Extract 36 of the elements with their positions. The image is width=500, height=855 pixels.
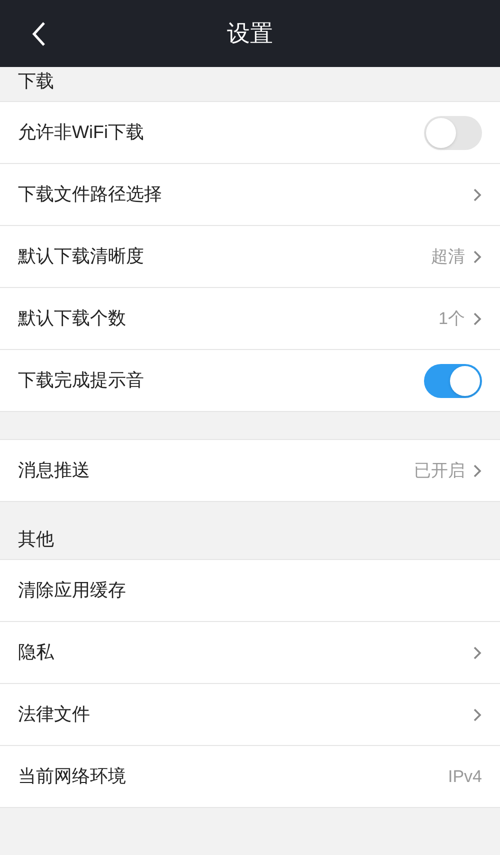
- row-label: 隐私: [18, 641, 55, 664]
- settings-row[interactable]: 默认下载个数 1个: [0, 288, 500, 350]
- row-label: 法律文件: [18, 703, 91, 726]
- section-header: 其他: [18, 528, 54, 551]
- settings-row[interactable]: 隐私: [0, 622, 500, 684]
- page-title: 设置: [227, 19, 273, 48]
- chevron-right-icon: [473, 708, 482, 722]
- row-label: 下载文件路径选择: [18, 183, 163, 206]
- settings-row[interactable]: 下载完成提示音: [0, 350, 500, 412]
- row-value: 超清: [431, 246, 465, 268]
- row-value: 1个: [438, 308, 465, 330]
- row-label: 当前网络环境: [18, 765, 127, 788]
- chevron-right-icon: [473, 250, 482, 264]
- settings-row[interactable]: 法律文件: [0, 684, 500, 746]
- chevron-right-icon: [473, 312, 482, 326]
- row-label: 清除应用缓存: [18, 579, 127, 602]
- section-header: 下载: [18, 70, 54, 93]
- settings-row[interactable]: 当前网络环境 IPv4: [0, 746, 500, 808]
- chevron-right-icon: [473, 188, 482, 202]
- settings-row[interactable]: 允许非WiFi下载: [0, 102, 500, 164]
- row-label: 消息推送: [18, 459, 91, 482]
- toggle-switch[interactable]: [424, 116, 482, 150]
- row-value: 已开启: [414, 460, 465, 482]
- back-icon[interactable]: [32, 20, 46, 46]
- chevron-right-icon: [473, 646, 482, 660]
- settings-row[interactable]: 默认下载清晰度 超清: [0, 226, 500, 288]
- row-label: 允许非WiFi下载: [18, 121, 145, 144]
- row-label: 下载完成提示音: [18, 369, 145, 392]
- row-value: IPv4: [448, 766, 482, 788]
- settings-row[interactable]: 消息推送 已开启: [0, 440, 500, 502]
- settings-row[interactable]: 下载文件路径选择: [0, 164, 500, 226]
- toggle-switch[interactable]: [424, 364, 482, 398]
- row-label: 默认下载个数: [18, 307, 127, 330]
- chevron-right-icon: [473, 464, 482, 478]
- settings-row[interactable]: 清除应用缓存: [0, 560, 500, 622]
- row-label: 默认下载清晰度: [18, 245, 145, 268]
